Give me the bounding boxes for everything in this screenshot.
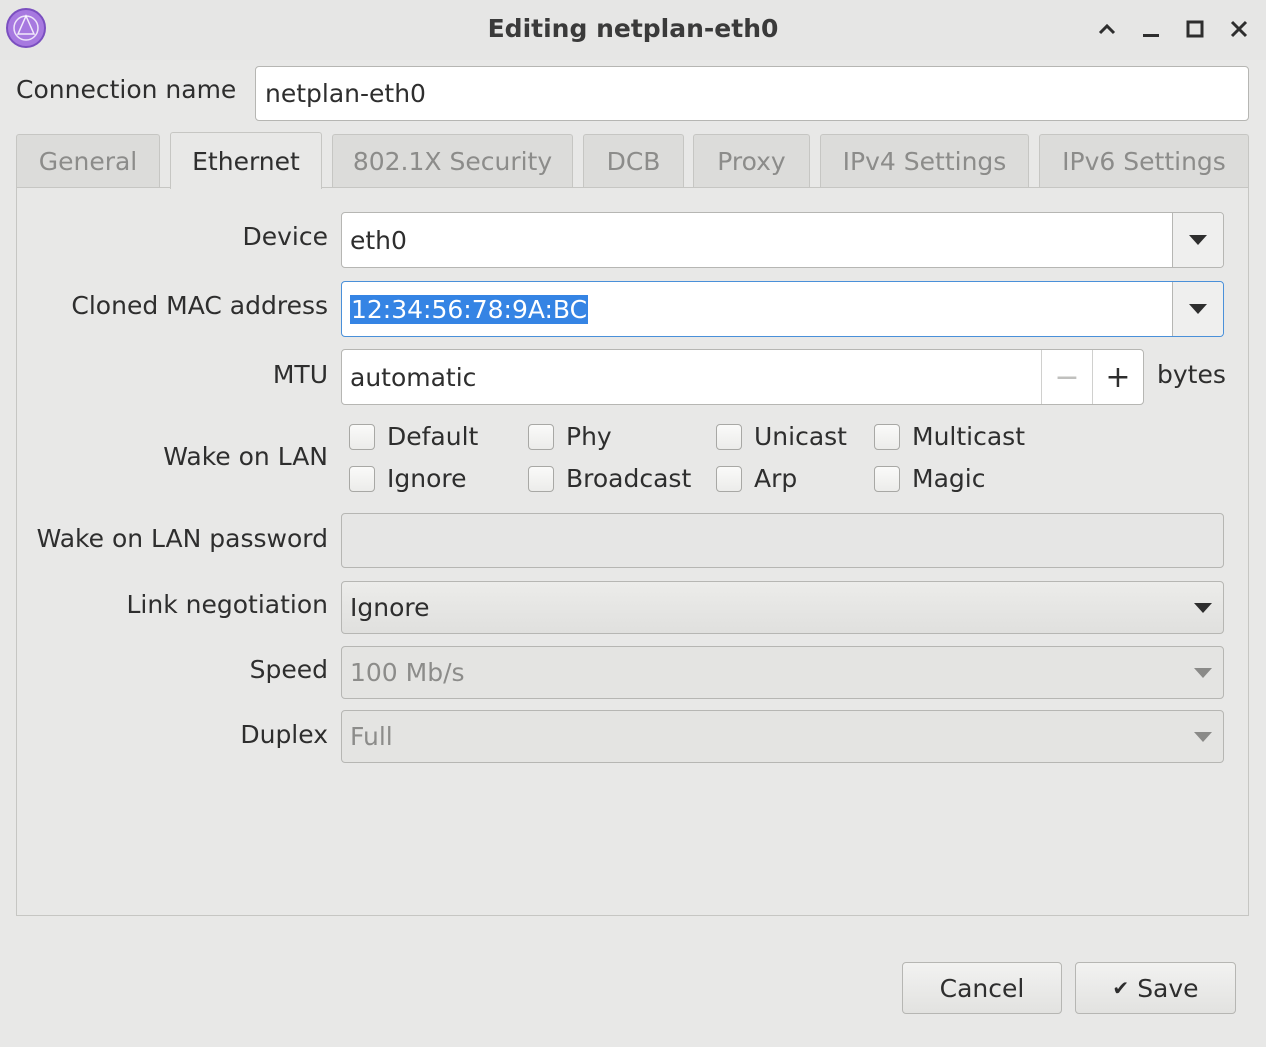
cloned-mac-input[interactable]: 12:34:56:78:9A:BC: [342, 282, 1172, 336]
speed-value: 100 Mb/s: [350, 658, 465, 687]
mtu-decrement-button[interactable]: −: [1041, 350, 1092, 404]
duplex-combo[interactable]: Full: [341, 710, 1224, 763]
checkbox-label: Ignore: [387, 464, 467, 493]
checkbox-label: Multicast: [912, 422, 1026, 451]
speed-label: Speed: [249, 655, 328, 684]
checkbox-label: Default: [387, 422, 479, 451]
chevron-down-icon: [1194, 602, 1212, 613]
chevron-down-icon: [1194, 667, 1212, 678]
dialog-window: Editing netplan-eth0 Connection name net…: [0, 0, 1266, 1047]
title-bar[interactable]: Editing netplan-eth0: [0, 0, 1266, 60]
wol-unicast-checkbox[interactable]: Unicast: [716, 422, 847, 451]
tab-ethernet[interactable]: Ethernet: [170, 132, 322, 189]
tab-bar: General Ethernet 802.1X Security DCB Pro…: [16, 132, 1249, 189]
mtu-unit-label: bytes: [1157, 360, 1226, 389]
checkbox-box[interactable]: [349, 465, 375, 492]
roll-up-button[interactable]: [1092, 14, 1122, 44]
chevron-down-icon: [1189, 304, 1207, 314]
wol-password-label: Wake on LAN password: [36, 524, 328, 553]
device-dropdown-button[interactable]: [1172, 213, 1223, 267]
save-button[interactable]: ✔ Save: [1075, 962, 1236, 1014]
cloned-mac-dropdown-button[interactable]: [1172, 282, 1223, 336]
chevron-up-icon: [1098, 23, 1116, 35]
wol-broadcast-checkbox[interactable]: Broadcast: [528, 464, 691, 493]
checkbox-box[interactable]: [528, 465, 554, 492]
tab-ipv4-settings[interactable]: IPv4 Settings: [820, 134, 1029, 187]
close-icon: [1230, 20, 1248, 38]
wol-multicast-checkbox[interactable]: Multicast: [874, 422, 1025, 451]
checkmark-icon: ✔: [1112, 976, 1130, 1000]
tab-general[interactable]: General: [16, 134, 160, 187]
mtu-input[interactable]: automatic: [342, 350, 1041, 404]
connection-name-label: Connection name: [16, 75, 237, 104]
cloned-mac-label: Cloned MAC address: [71, 291, 328, 320]
wol-default-checkbox[interactable]: Default: [349, 422, 478, 451]
wol-ignore-checkbox[interactable]: Ignore: [349, 464, 467, 493]
chevron-down-icon: [1189, 235, 1207, 245]
window-title: Editing netplan-eth0: [487, 14, 779, 43]
chevron-down-icon: [1194, 731, 1212, 742]
cancel-button[interactable]: Cancel: [902, 962, 1062, 1014]
checkbox-box[interactable]: [528, 423, 554, 450]
connection-name-input[interactable]: netplan-eth0: [255, 66, 1249, 121]
link-negotiation-combo[interactable]: Ignore: [341, 581, 1224, 634]
close-button[interactable]: [1224, 14, 1254, 44]
speed-combo[interactable]: 100 Mb/s: [341, 646, 1224, 699]
link-negotiation-value: Ignore: [350, 593, 430, 622]
minimize-button[interactable]: [1136, 14, 1166, 44]
wol-arp-checkbox[interactable]: Arp: [716, 464, 797, 493]
checkbox-label: Phy: [566, 422, 612, 451]
mtu-label: MTU: [272, 360, 328, 389]
cloned-mac-selected-text: 12:34:56:78:9A:BC: [350, 294, 589, 324]
checkbox-box[interactable]: [874, 423, 900, 450]
wol-magic-checkbox[interactable]: Magic: [874, 464, 985, 493]
wol-phy-checkbox[interactable]: Phy: [528, 422, 612, 451]
maximize-button[interactable]: [1180, 14, 1210, 44]
checkbox-label: Arp: [754, 464, 798, 493]
device-combo[interactable]: eth0: [341, 212, 1224, 268]
maximize-icon: [1186, 20, 1204, 38]
checkbox-box[interactable]: [716, 423, 742, 450]
duplex-label: Duplex: [240, 720, 328, 749]
checkbox-box[interactable]: [716, 465, 742, 492]
mtu-spinbutton[interactable]: automatic − +: [341, 349, 1144, 405]
checkbox-label: Broadcast: [566, 464, 692, 493]
tab-dcb[interactable]: DCB: [583, 134, 684, 187]
minimize-icon: [1143, 34, 1159, 37]
checkbox-label: Magic: [912, 464, 986, 493]
wol-password-input[interactable]: [341, 513, 1224, 568]
checkbox-label: Unicast: [754, 422, 847, 451]
mtu-increment-button[interactable]: +: [1092, 350, 1143, 404]
duplex-value: Full: [350, 722, 393, 751]
tab-proxy[interactable]: Proxy: [693, 134, 810, 187]
checkbox-box[interactable]: [349, 423, 375, 450]
checkbox-box[interactable]: [874, 465, 900, 492]
device-label: Device: [242, 222, 329, 251]
tab-8021x-security[interactable]: 802.1X Security: [332, 134, 573, 187]
cloned-mac-combo[interactable]: 12:34:56:78:9A:BC: [341, 281, 1224, 337]
save-button-label: Save: [1137, 973, 1199, 1003]
wake-on-lan-label: Wake on LAN: [163, 442, 328, 471]
tab-ipv6-settings[interactable]: IPv6 Settings: [1039, 134, 1249, 187]
device-input[interactable]: eth0: [342, 213, 1172, 267]
link-negotiation-label: Link negotiation: [126, 590, 329, 619]
